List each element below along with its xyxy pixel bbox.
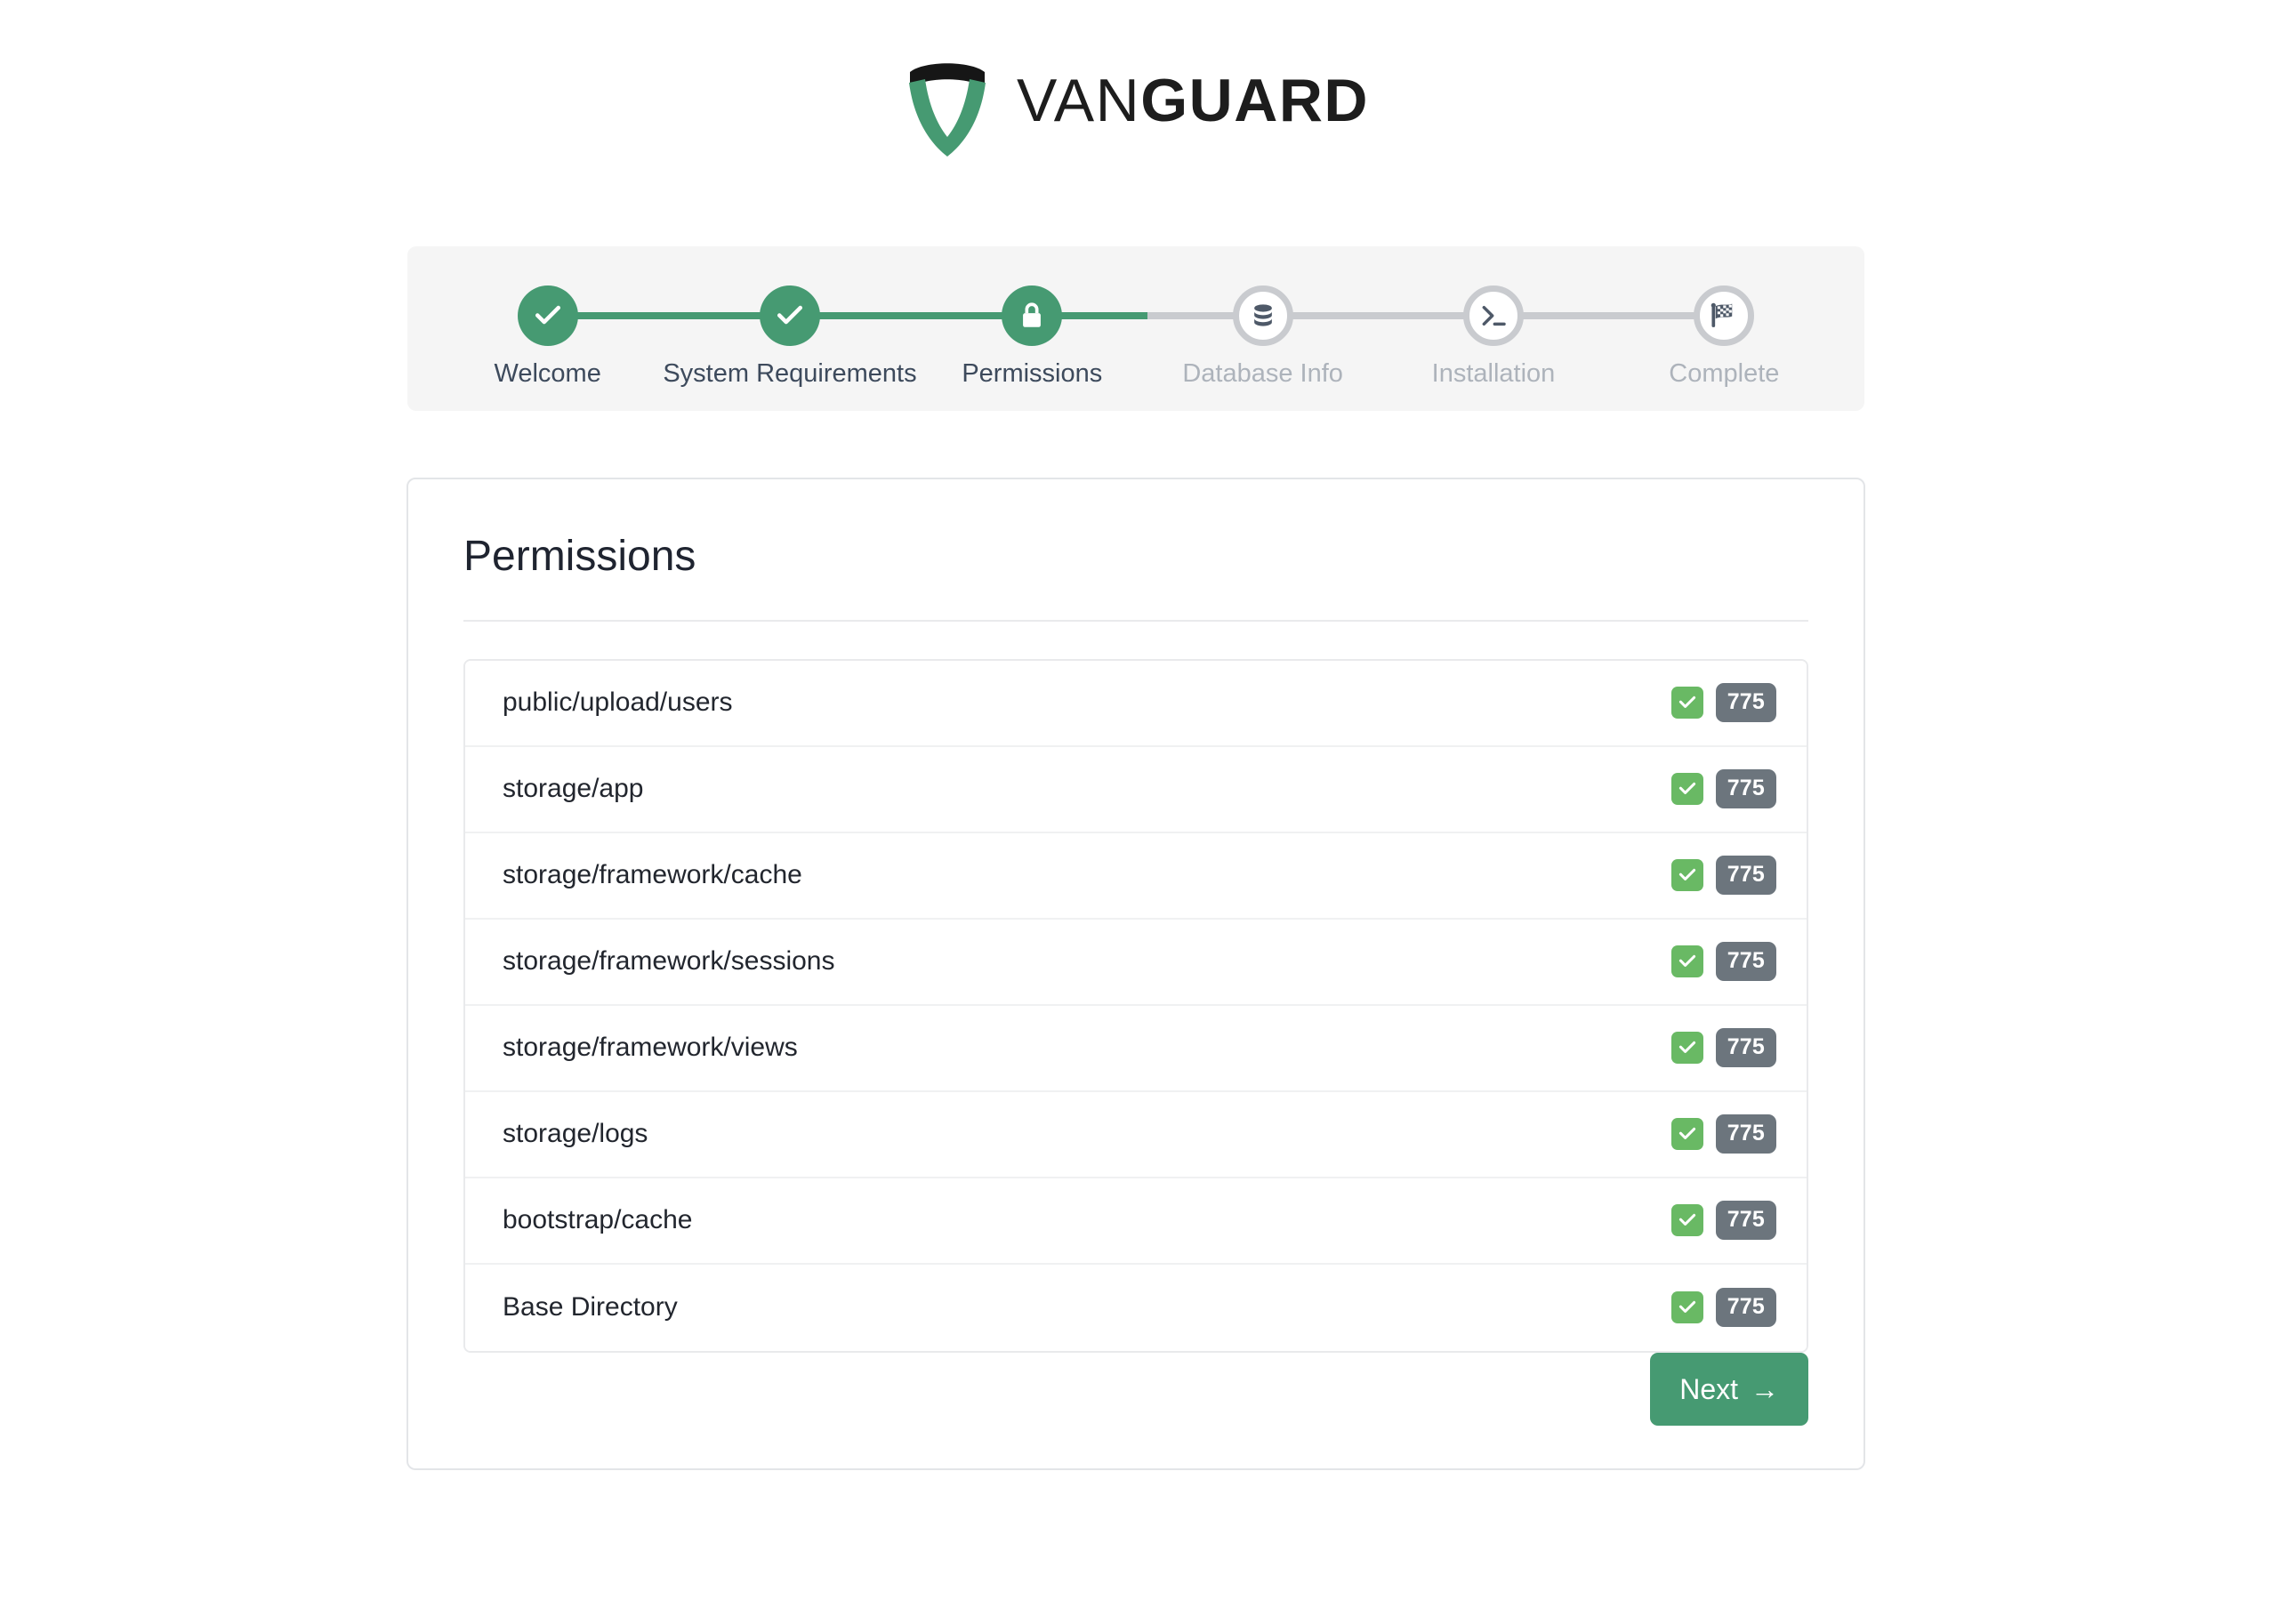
permission-mode-badge: 775 <box>1715 683 1776 723</box>
check-square-icon <box>1670 1204 1703 1237</box>
permission-status: 775 <box>1670 683 1776 723</box>
arrow-right-icon: → <box>1751 1373 1779 1405</box>
permissions-card: Permissions public/upload/users 775 stor… <box>407 478 1865 1470</box>
step-complete[interactable]: Complete <box>1609 285 1839 389</box>
permission-path: storage/framework/sessions <box>503 946 835 977</box>
permissions-list: public/upload/users 775 storage/app 775 … <box>463 658 1808 1353</box>
check-square-icon <box>1670 773 1703 806</box>
next-button-label: Next <box>1679 1373 1738 1405</box>
permission-path: public/upload/users <box>503 687 733 718</box>
permission-status: 775 <box>1670 1288 1776 1328</box>
permission-status: 775 <box>1670 856 1776 896</box>
permission-mode-badge: 775 <box>1715 1114 1776 1154</box>
database-icon <box>1249 301 1277 330</box>
permission-mode-badge: 775 <box>1715 769 1776 809</box>
lock-icon <box>1018 301 1045 331</box>
permission-status: 775 <box>1670 769 1776 809</box>
check-square-icon <box>1670 687 1703 720</box>
next-button[interactable]: Next → <box>1650 1353 1808 1426</box>
step-database-info[interactable]: Database Info <box>1147 285 1493 389</box>
permission-mode-badge: 775 <box>1715 1028 1776 1068</box>
permission-path: storage/framework/views <box>503 1033 798 1063</box>
step-welcome-dot <box>517 285 578 346</box>
table-row: storage/app 775 <box>465 746 1807 833</box>
brand-name-light: VAN <box>1016 67 1141 134</box>
permission-status: 775 <box>1670 1201 1776 1241</box>
table-row: Base Directory 775 <box>465 1264 1807 1351</box>
brand-header: VANGUARD <box>0 49 2270 157</box>
step-system-requirements[interactable]: System Requirements <box>663 285 1044 389</box>
terminal-icon <box>1479 301 1508 330</box>
permission-path: storage/framework/cache <box>503 860 802 890</box>
step-permissions-label: Permissions <box>962 359 1103 388</box>
step-installation-label: Installation <box>1431 359 1556 388</box>
check-square-icon <box>1670 1118 1703 1151</box>
permission-mode-badge: 775 <box>1715 1201 1776 1241</box>
permission-mode-badge: 775 <box>1715 856 1776 896</box>
table-row: public/upload/users 775 <box>465 660 1807 747</box>
stepper-steps: Welcome System Requirements Permissions … <box>407 246 1864 411</box>
check-icon <box>533 301 563 331</box>
step-database-info-label: Database Info <box>1182 359 1343 388</box>
permission-status: 775 <box>1670 1114 1776 1154</box>
table-row: storage/framework/views 775 <box>465 1005 1807 1092</box>
check-square-icon <box>1670 945 1703 978</box>
step-welcome-label: Welcome <box>494 359 601 388</box>
page-title: Permissions <box>463 533 696 580</box>
brand-name-bold: GUARD <box>1140 67 1370 134</box>
step-database-info-dot <box>1232 285 1293 346</box>
permissions-card-body: Permissions public/upload/users 775 stor… <box>408 479 1863 1353</box>
permission-mode-badge: 775 <box>1715 942 1776 982</box>
permission-path: storage/logs <box>503 1119 648 1149</box>
permission-mode-badge: 775 <box>1715 1288 1776 1328</box>
table-row: storage/logs 775 <box>465 1091 1807 1178</box>
install-stepper: Welcome System Requirements Permissions … <box>407 246 1864 411</box>
step-installation[interactable]: Installation <box>1378 285 1725 389</box>
checkered-flag-icon <box>1710 302 1738 329</box>
permission-path: storage/app <box>503 774 644 804</box>
brand-wordmark: VANGUARD <box>1017 70 1369 136</box>
shield-logo-icon <box>901 49 994 157</box>
check-icon <box>775 301 805 331</box>
permission-status: 775 <box>1670 1028 1776 1068</box>
permission-path: Base Directory <box>503 1292 678 1323</box>
installer-page: VANGUARD Welcome System Requirements Per… <box>0 0 2270 1624</box>
card-footer: Next → <box>1650 1353 1808 1426</box>
table-row: bootstrap/cache 775 <box>465 1178 1807 1265</box>
title-divider <box>463 619 1808 622</box>
permission-status: 775 <box>1670 942 1776 982</box>
step-complete-dot <box>1694 285 1755 346</box>
step-system-requirements-label: System Requirements <box>663 359 917 388</box>
check-square-icon <box>1670 1032 1703 1065</box>
table-row: storage/framework/sessions 775 <box>465 919 1807 1006</box>
check-square-icon <box>1670 1291 1703 1324</box>
step-welcome[interactable]: Welcome <box>432 285 779 389</box>
step-system-requirements-dot <box>759 285 820 346</box>
step-permissions[interactable]: Permissions <box>917 285 1263 389</box>
permission-path: bootstrap/cache <box>503 1205 693 1235</box>
step-complete-label: Complete <box>1669 359 1780 388</box>
check-square-icon <box>1670 859 1703 892</box>
table-row: storage/framework/cache 775 <box>465 832 1807 920</box>
step-installation-dot <box>1462 285 1524 346</box>
step-permissions-dot <box>1002 285 1063 346</box>
